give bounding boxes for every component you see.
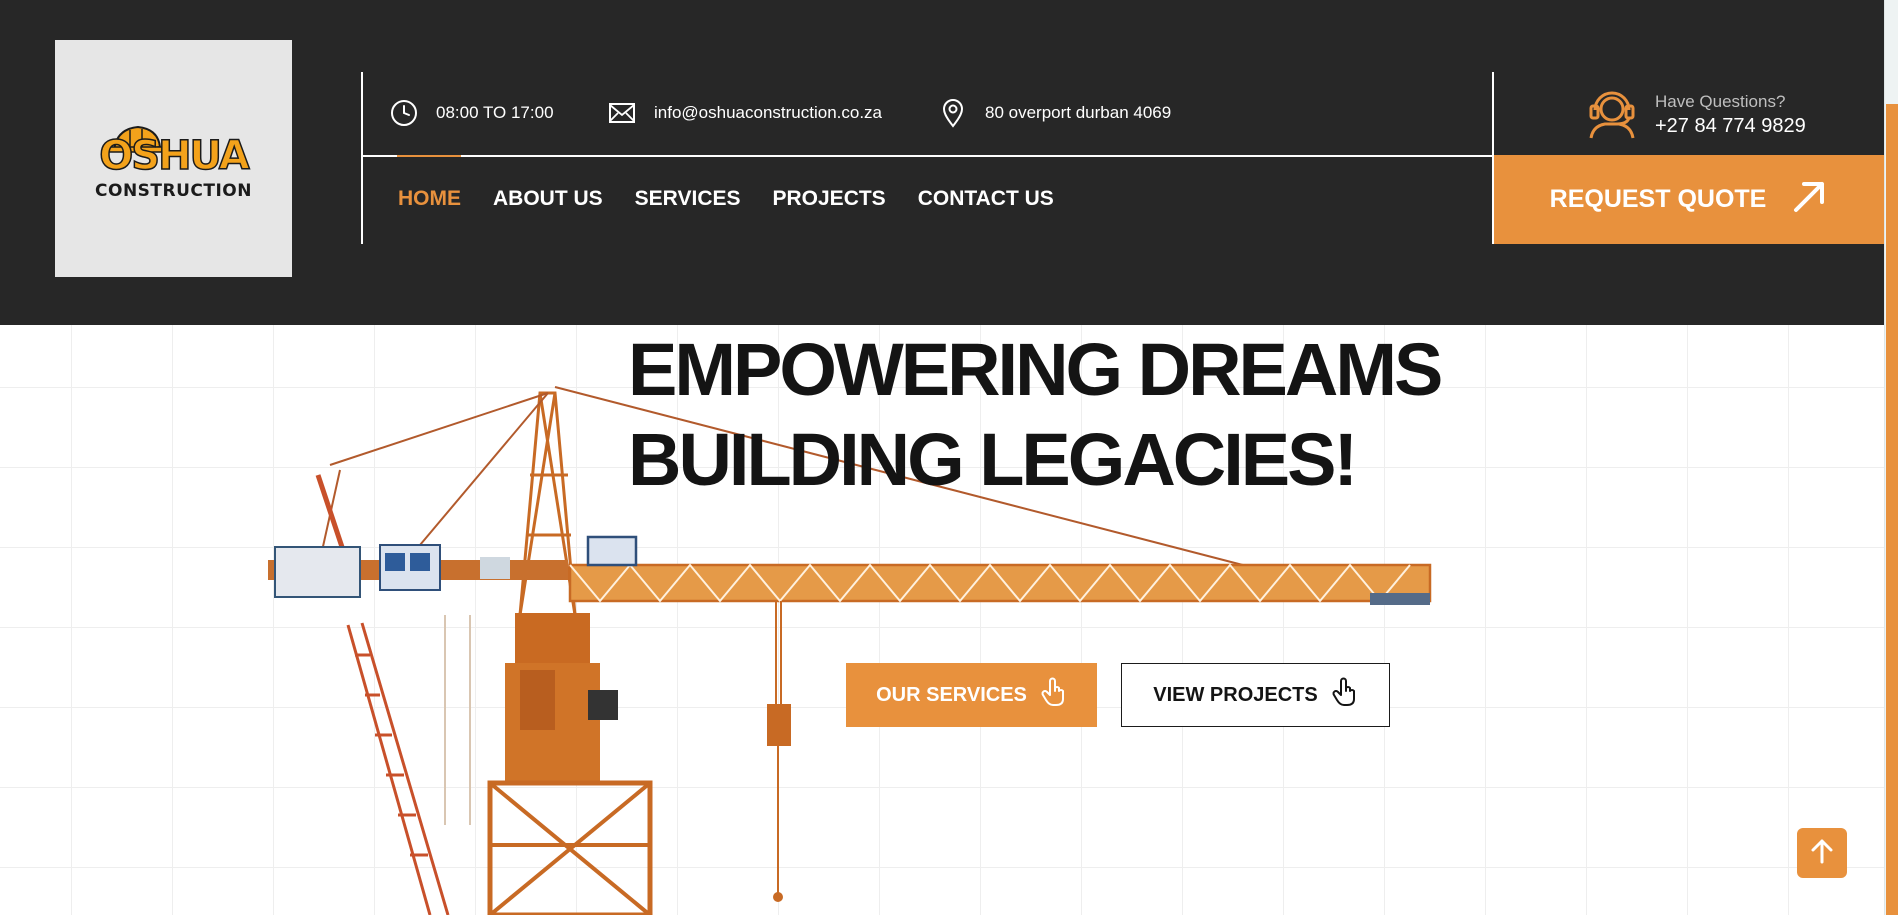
mail-icon	[608, 99, 636, 127]
headset-icon	[1585, 84, 1639, 145]
email-link[interactable]: info@oshuaconstruction.co.za	[654, 103, 882, 123]
header-divider-horizontal	[361, 155, 1494, 157]
nav-services[interactable]: SERVICES	[635, 187, 741, 211]
contact-text: Have Questions? +27 84 774 9829	[1655, 92, 1806, 138]
logo-mark: OSHUA	[94, 117, 254, 179]
our-services-label: OUR SERVICES	[876, 683, 1027, 706]
info-address: 80 overport durban 4069	[939, 96, 1171, 130]
hours-text: 08:00 TO 17:00	[436, 103, 554, 122]
address-text: 80 overport durban 4069	[985, 103, 1172, 122]
hero-headline-line1: EMPOWERING DREAMS	[628, 328, 1443, 411]
info-email[interactable]: info@oshuaconstruction.co.za	[608, 96, 882, 130]
hero-headline-line2: BUILDING LEGACIES!	[628, 418, 1358, 501]
crane-hook	[767, 601, 791, 902]
header-divider-left	[361, 72, 363, 244]
info-hours: 08:00 TO 17:00	[390, 96, 554, 130]
crane-ladder	[346, 622, 450, 915]
main-nav: HOME ABOUT US SERVICES PROJECTS CONTACT …	[398, 183, 1054, 215]
our-services-button[interactable]: OUR SERVICES	[846, 663, 1097, 727]
contact-block[interactable]: Have Questions? +27 84 774 9829	[1585, 84, 1806, 145]
scrollbar-thumb[interactable]	[1886, 104, 1898, 915]
crane-main-jib	[568, 535, 1432, 605]
view-projects-button[interactable]: VIEW PROJECTS	[1121, 663, 1390, 727]
back-to-top-button[interactable]	[1797, 828, 1847, 878]
site-logo[interactable]: OSHUA CONSTRUCTION	[55, 40, 292, 277]
nav-projects[interactable]: PROJECTS	[773, 187, 886, 211]
page-scrollbar[interactable]	[1884, 0, 1898, 915]
nav-about-us[interactable]: ABOUT US	[493, 187, 603, 211]
logo-wordmark: OSHUA	[99, 132, 251, 180]
crane-ladder-thin	[444, 615, 471, 825]
hero-headline: EMPOWERING DREAMS BUILDING LEGACIES!	[628, 325, 1443, 505]
location-pin-icon	[939, 99, 967, 128]
crane-counter-jib	[268, 474, 568, 598]
questions-label: Have Questions?	[1655, 91, 1786, 111]
phone-number[interactable]: +27 84 774 9829	[1655, 115, 1806, 138]
clock-icon	[390, 99, 418, 127]
nav-contact-us[interactable]: CONTACT US	[918, 187, 1054, 211]
arrow-up-right-icon	[1792, 178, 1828, 221]
nav-home[interactable]: HOME	[398, 187, 461, 211]
request-quote-button[interactable]: REQUEST QUOTE	[1494, 155, 1884, 244]
active-nav-indicator	[397, 155, 461, 157]
request-quote-label: REQUEST QUOTE	[1549, 185, 1767, 213]
crane-mast	[518, 391, 577, 617]
hand-pointer-icon	[1041, 677, 1067, 713]
hand-pointer-icon	[1332, 677, 1358, 713]
arrow-up-icon	[1810, 838, 1834, 869]
logo-subtitle: CONSTRUCTION	[95, 180, 252, 201]
hero-section: EMPOWERING DREAMS BUILDING LEGACIES! OUR…	[0, 325, 1884, 915]
crane-tower	[487, 613, 653, 915]
site-header: OSHUA CONSTRUCTION 08:00 TO 17:00 info@o…	[0, 0, 1884, 325]
view-projects-label: VIEW PROJECTS	[1153, 683, 1318, 706]
